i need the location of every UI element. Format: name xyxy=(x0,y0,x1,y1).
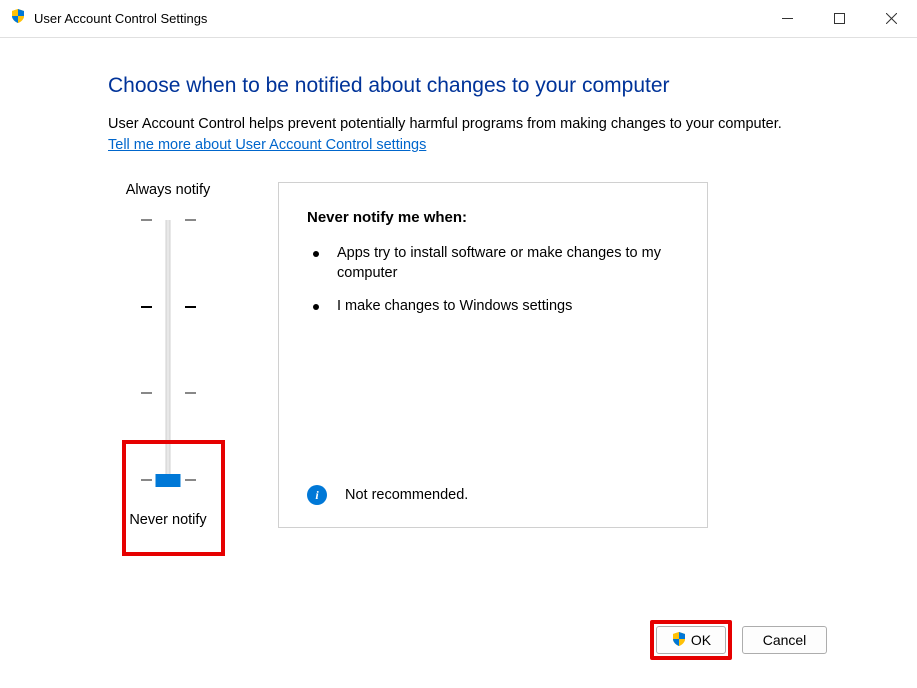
ok-button[interactable]: OK xyxy=(656,626,726,654)
window-title: User Account Control Settings xyxy=(34,11,207,26)
info-list-item: Apps try to install software or make cha… xyxy=(313,244,679,283)
help-link[interactable]: Tell me more about User Account Control … xyxy=(108,137,426,153)
uac-slider[interactable] xyxy=(108,210,228,490)
window-titlebar: User Account Control Settings xyxy=(0,0,917,38)
info-status-text: Not recommended. xyxy=(345,487,468,503)
maximize-button[interactable] xyxy=(813,0,865,37)
info-list-item: I make changes to Windows settings xyxy=(313,297,679,317)
shield-icon xyxy=(671,631,687,650)
close-button[interactable] xyxy=(865,0,917,37)
annotation-highlight-ok: OK xyxy=(650,620,732,660)
slider-label-top: Always notify xyxy=(126,182,211,198)
page-description: User Account Control helps prevent poten… xyxy=(108,116,817,132)
cancel-button[interactable]: Cancel xyxy=(742,626,827,654)
shield-icon xyxy=(10,8,26,29)
slider-track xyxy=(166,220,171,480)
slider-thumb[interactable] xyxy=(156,474,181,487)
info-panel-title: Never notify me when: xyxy=(307,209,679,226)
info-item-text: I make changes to Windows settings xyxy=(337,297,572,317)
cancel-button-label: Cancel xyxy=(763,632,807,648)
info-icon: i xyxy=(307,485,327,505)
minimize-button[interactable] xyxy=(761,0,813,37)
info-item-text: Apps try to install software or make cha… xyxy=(337,244,679,283)
slider-label-bottom: Never notify xyxy=(129,512,206,528)
info-panel: Never notify me when: Apps try to instal… xyxy=(278,182,708,528)
page-heading: Choose when to be notified about changes… xyxy=(108,74,817,98)
ok-button-label: OK xyxy=(691,632,711,648)
